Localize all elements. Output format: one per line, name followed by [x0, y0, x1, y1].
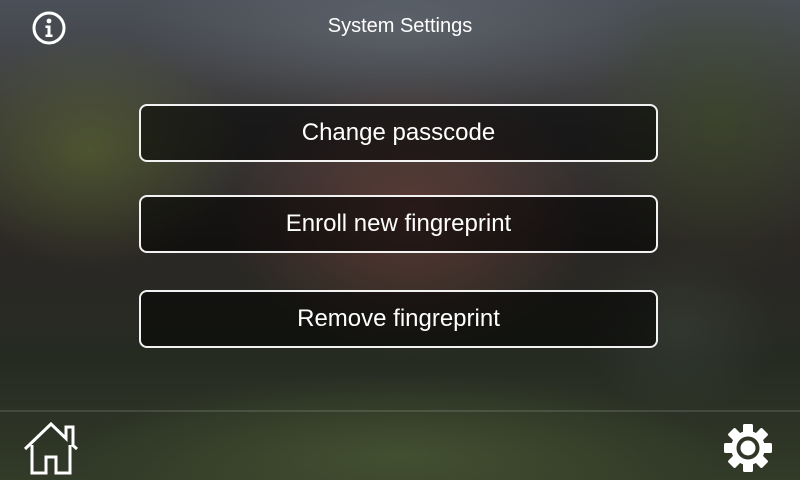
enroll-fingerprint-label: Enroll new fingreprint: [285, 210, 512, 237]
gear-icon: [724, 424, 772, 472]
enroll-fingerprint-button[interactable]: Enroll new fingreprint: [139, 195, 658, 253]
page-title: System Settings: [327, 15, 473, 37]
home-button[interactable]: [22, 420, 80, 476]
remove-fingerprint-button[interactable]: Remove fingreprint: [139, 290, 658, 348]
home-icon: [23, 421, 78, 475]
footer-divider: [0, 410, 800, 412]
change-passcode-label: Change passcode: [301, 119, 496, 146]
remove-fingerprint-label: Remove fingreprint: [297, 305, 500, 332]
settings-button[interactable]: [722, 422, 774, 474]
change-passcode-button[interactable]: Change passcode: [139, 104, 658, 162]
